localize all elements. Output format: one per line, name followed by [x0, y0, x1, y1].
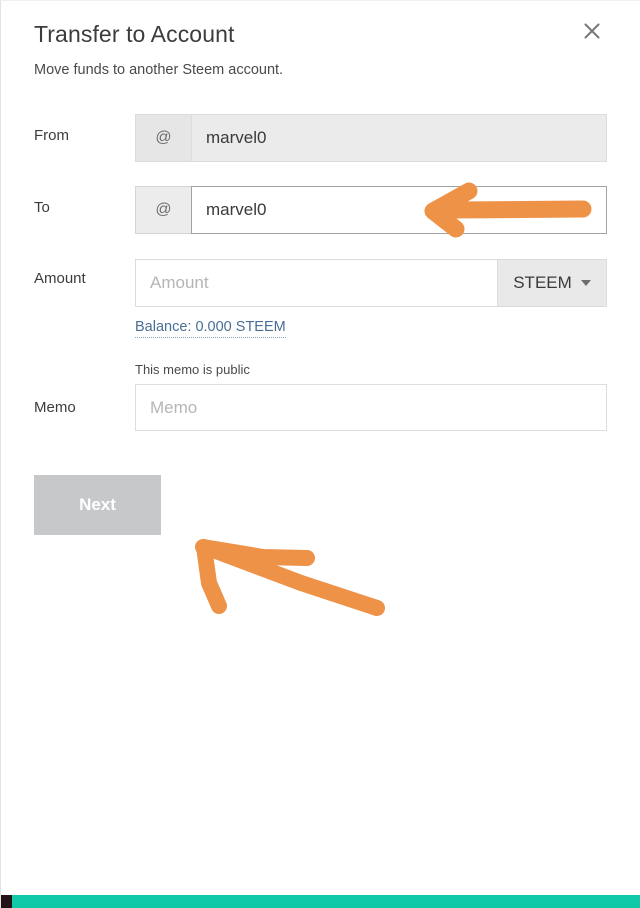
- bottom-bar-tab: [1, 895, 12, 908]
- at-symbol-icon: @: [135, 186, 191, 234]
- bottom-bar: [1, 895, 640, 908]
- asset-select-value: STEEM: [513, 273, 572, 292]
- at-symbol-icon: @: [135, 114, 191, 162]
- page-title: Transfer to Account: [34, 21, 235, 47]
- next-button[interactable]: Next: [34, 475, 161, 535]
- close-button[interactable]: [577, 16, 607, 46]
- to-field-group[interactable]: @ marvel0: [135, 186, 607, 234]
- balance-link[interactable]: Balance: 0.000 STEEM: [135, 319, 286, 338]
- to-label: To: [34, 199, 50, 216]
- dialog-subtitle: Move funds to another Steem account.: [34, 62, 284, 78]
- memo-input[interactable]: Memo: [135, 384, 607, 431]
- to-account-input[interactable]: marvel0: [191, 186, 607, 234]
- amount-input[interactable]: Amount: [135, 259, 497, 307]
- amount-label: Amount: [34, 270, 86, 287]
- memo-label: Memo: [34, 399, 76, 416]
- transfer-dialog: Transfer to Account Move funds to anothe…: [0, 0, 640, 908]
- asset-select[interactable]: STEEM: [497, 259, 607, 307]
- from-field-group: @ marvel0: [135, 114, 607, 162]
- amount-field-group: Amount STEEM: [135, 259, 607, 307]
- arrow-to-next-button: [195, 539, 385, 616]
- from-label: From: [34, 127, 69, 144]
- from-account-input: marvel0: [191, 114, 607, 162]
- chevron-down-icon: [580, 280, 591, 286]
- memo-hint: This memo is public: [135, 362, 250, 377]
- close-icon: [581, 20, 603, 42]
